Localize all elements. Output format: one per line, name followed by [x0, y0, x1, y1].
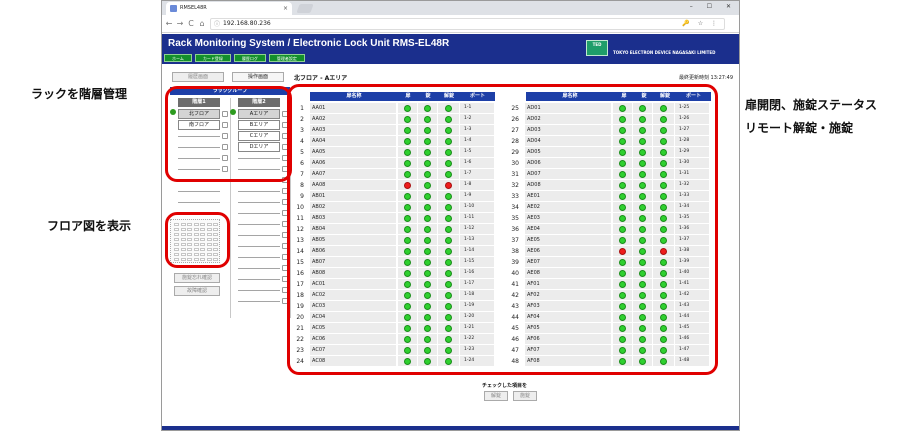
last-updated: 最終更新時刻 13:27:49 [678, 75, 733, 81]
fault-check-button[interactable]: 故障確認 [174, 286, 220, 296]
level2-empty-slot [238, 235, 280, 236]
company-logo: TED [586, 40, 608, 56]
address-bar[interactable]: ⓘ 192.168.80.236 🔑 ☆ ⋮ [210, 18, 725, 30]
level2-empty-slot [238, 246, 280, 247]
menu-item[interactable]: カード登録 [194, 54, 231, 62]
back-icon[interactable]: ← [164, 18, 174, 29]
annotation-rack-hierarchy: ラックを階層管理 [31, 87, 128, 101]
screenshot-stage: ラックを階層管理 フロア図を表示 扉開閉、施錠ステータス リモート解錠・施錠 R… [0, 0, 910, 431]
level2-empty-slot [238, 268, 280, 269]
browser-tab[interactable]: RMSEL48R × [166, 2, 292, 15]
forward-icon[interactable]: → [175, 18, 185, 29]
app-header: Rack Monitoring System / Electronic Lock… [162, 34, 739, 64]
menu-item[interactable]: 管理者設定 [268, 54, 305, 62]
annotation-floor-map: フロア図を表示 [47, 219, 132, 233]
address-bar-tools[interactable]: 🔑 ☆ ⋮ [682, 19, 720, 29]
highlight-rack-group [165, 86, 292, 182]
browser-toolbar: ← → C ⌂ ⓘ 192.168.80.236 🔑 ☆ ⋮ [162, 15, 739, 33]
main-menu: ホーム カード登録 履歴ログ 管理者設定 [164, 54, 305, 62]
history-view-button[interactable]: 履歴画面 [172, 72, 224, 82]
annotation-status: 扉開閉、施錠ステータス [745, 98, 878, 112]
annotation-remote: リモート解錠・施錠 [745, 121, 854, 135]
url-text: 192.168.80.236 [223, 20, 271, 27]
info-icon[interactable]: ⓘ [214, 20, 220, 30]
new-tab-button[interactable] [296, 4, 314, 13]
level2-empty-slot [238, 191, 280, 192]
floor-check-button[interactable]: 施錠忘れ確認 [174, 273, 220, 283]
level2-empty-slot [238, 290, 280, 291]
operation-view-button[interactable]: 操作画面 [232, 72, 284, 82]
footer-bar [162, 426, 739, 430]
level1-empty-slot [178, 191, 220, 192]
lock-button[interactable]: 施錠 [513, 391, 537, 401]
level2-empty-slot [238, 301, 280, 302]
highlight-status-table [287, 84, 718, 375]
level2-empty-slot [238, 224, 280, 225]
company-name: TOKYO ELECTRON DEVICE NAGASAKI LIMITED [613, 50, 716, 55]
tab-close-icon[interactable]: × [283, 2, 288, 15]
level2-empty-slot [238, 257, 280, 258]
level1-empty-slot [178, 202, 220, 203]
app-title: Rack Monitoring System / Electronic Lock… [168, 38, 450, 49]
home-icon[interactable]: ⌂ [197, 18, 207, 29]
tab-title: RMSEL48R [180, 5, 207, 11]
window-controls[interactable]: – ☐ ✕ [690, 3, 737, 10]
menu-item[interactable]: ホーム [164, 54, 192, 62]
favicon-icon [170, 5, 177, 12]
tab-bar: RMSEL48R × – ☐ ✕ [162, 1, 739, 15]
unlock-button[interactable]: 解錠 [484, 391, 508, 401]
area-title: 北フロア - Aエリア [294, 75, 348, 82]
level2-empty-slot [238, 213, 280, 214]
level2-empty-slot [238, 279, 280, 280]
menu-item[interactable]: 履歴ログ [233, 54, 266, 62]
reload-icon[interactable]: C [186, 18, 196, 29]
highlight-floor-map [165, 212, 230, 268]
checked-items-label: チェックした項目を [482, 383, 528, 389]
level2-empty-slot [238, 202, 280, 203]
